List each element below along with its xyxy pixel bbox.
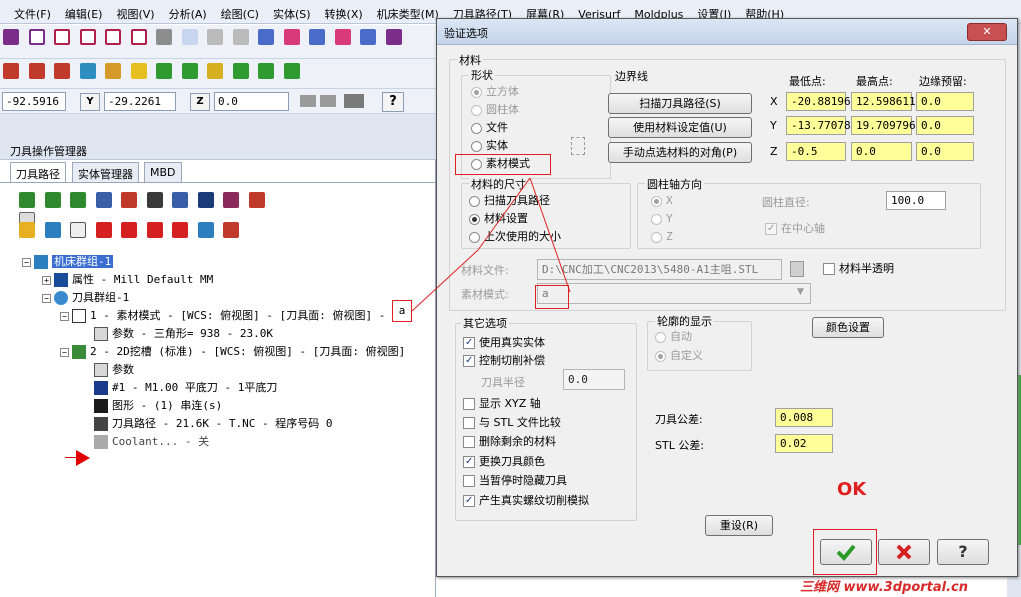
annotation-arrows bbox=[411, 177, 571, 312]
annotation-arrow-line bbox=[411, 249, 479, 312]
annotation-arrow-line bbox=[477, 177, 531, 251]
annotation-arrow-line bbox=[529, 177, 571, 293]
watermark: 三维网 www.3dportal.cn bbox=[800, 580, 969, 595]
